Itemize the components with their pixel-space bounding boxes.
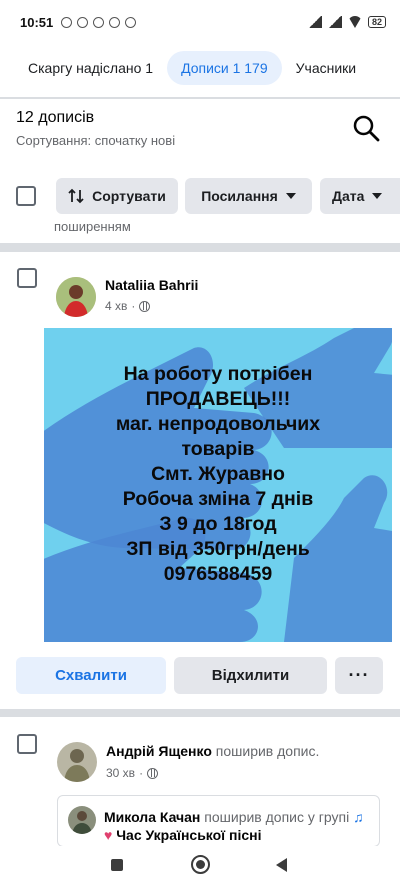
battery-icon: 82 [367,16,386,28]
links-label: Посилання [201,188,278,204]
viber-icon [109,16,121,28]
wifi-icon [347,16,362,28]
image-line: маг. непродовольчих [115,413,321,435]
post-select-checkbox[interactable] [17,268,37,288]
avatar[interactable] [56,277,96,317]
select-all-checkbox[interactable] [16,186,36,206]
image-line: 0976588459 [163,563,273,585]
shared-action: поширив допис у групі [204,809,350,825]
search-icon[interactable] [352,114,380,142]
status-time: 10:51 [20,14,54,30]
group-tabs: Скаргу надіслано 1 Дописи 1 179 Учасники [0,48,400,88]
caret-down-icon [285,193,296,199]
tab-members[interactable]: Учасники [282,51,370,85]
sort-info: Сортування: спочатку нові [16,133,176,148]
tab-posts[interactable]: Дописи 1 179 [167,51,282,85]
messenger-icon [125,16,137,28]
mute-icon [61,16,73,28]
status-bar: 10:51 82 [0,0,400,44]
post-action-text: поширив допис. [215,743,320,759]
post-count: 12 дописів [16,109,95,126]
decline-button[interactable]: Відхилити [174,657,327,694]
filter-overflow-text: поширенням [54,219,131,234]
post-author-name[interactable]: Андрій Ященко [106,743,212,759]
hearts-icon: ♥ [104,827,113,843]
shared-post-header: Микола Качан поширив допис у групі ♫ ♥ Ч… [104,808,374,844]
date-filter-button[interactable]: Дата [320,178,400,214]
music-notes-icon: ♫ [353,809,364,825]
post-time[interactable]: 4 хв [105,299,127,313]
post-meta: 4 хв · [105,299,151,313]
signal-icon [307,16,322,28]
post-image[interactable]: На роботу потрібен ПРОДАВЕЦЬ!!! маг. неп… [44,328,392,642]
date-label: Дата [332,188,365,204]
post-select-checkbox[interactable] [17,734,37,754]
globe-icon [139,300,151,312]
avatar[interactable] [57,742,97,782]
image-line: ЗП від 350грн/день [126,538,310,560]
shared-post-preview[interactable]: Микола Качан поширив допис у групі ♫ ♥ Ч… [57,795,380,847]
links-filter-button[interactable]: Посилання [185,178,312,214]
alarm-icon [77,16,89,28]
recents-icon[interactable] [111,859,123,871]
signal-icon-2 [327,16,342,28]
post-meta: 30 хв · [106,766,159,780]
image-line: товарів [181,438,255,460]
post-image-text: На роботу потрібен ПРОДАВЕЦЬ!!! маг. неп… [44,362,392,587]
home-icon[interactable] [191,855,210,874]
section-divider [0,709,400,717]
shared-author[interactable]: Микола Качан [104,809,200,825]
sort-icon [68,188,84,204]
post-author[interactable]: Андрій Ященко поширив допис. [106,743,319,759]
globe-icon [147,767,159,779]
approve-button[interactable]: Схвалити [16,657,166,694]
back-icon[interactable] [276,858,287,872]
notification-icons [61,16,137,28]
shared-group[interactable]: Час Української пісні [116,827,261,843]
tabs-divider [0,97,400,99]
caret-down-icon [372,193,383,199]
telegram-icon [93,16,105,28]
image-line: ПРОДАВЕЦЬ!!! [145,388,291,410]
post-time[interactable]: 30 хв [106,766,135,780]
tab-reports[interactable]: Скаргу надіслано 1 [14,51,167,85]
more-options-button[interactable]: ··· [335,657,383,694]
sort-label: Сортувати [92,188,166,204]
image-line: З 9 до 18год [159,513,277,535]
sort-button[interactable]: Сортувати [56,178,178,214]
image-line: Смт. Журавно [151,463,285,485]
post-author[interactable]: Nataliia Bahrii [105,277,198,293]
image-line: На роботу потрібен [123,363,313,385]
avatar[interactable] [68,806,96,834]
image-line: Робоча зміна 7 днів [122,488,314,510]
section-divider [0,243,400,252]
